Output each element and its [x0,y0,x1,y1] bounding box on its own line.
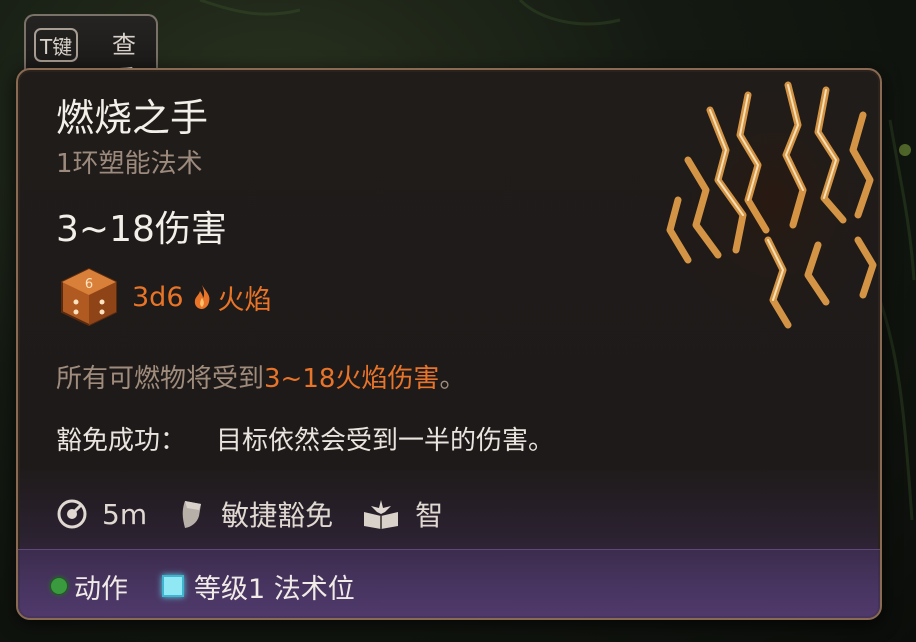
save-type-stat: 敏捷豁免 [175,494,333,534]
spell-title: 燃烧之手 [56,96,209,140]
flame-icon [194,285,209,309]
save-text: 目标依然会受到一半的伤害。 [216,426,555,456]
spell-description: 所有可燃物将受到3~18火焰伤害。 [56,360,465,398]
cost-footer: 动作 等级1 法术位 [50,564,355,608]
hotkey-badge: T键 [34,28,79,62]
action-dot-icon [50,577,68,595]
spell-stats-row: 5m 敏捷豁免 智 [56,492,471,536]
inspect-tab[interactable]: T键 查看 [24,14,158,93]
save-label: 豁免成功： [56,426,187,456]
ability-stat: 智 [361,494,443,534]
damage-range: 3~18伤害 [56,209,227,250]
spellbook-icon [364,500,399,529]
action-cost: 动作 [74,573,128,605]
spell-slot-cost: 等级1 法术位 [194,573,355,605]
description-suffix: 。 [439,364,466,394]
range-value: 5m [102,497,148,531]
range-icon [57,499,87,529]
dice-notation: 3d6 [132,281,184,313]
d6-dice-icon: 6 [61,267,117,327]
damage-dice-row: 6 3d6 火焰 [58,266,272,328]
range-stat: 5m [56,498,147,531]
spell-tooltip-card: 燃烧之手 1环塑能法术 3~18伤害 6 3d6 火焰 所有可燃物将受到3~18… [16,68,882,620]
shield-icon [182,501,202,528]
spell-slot-icon [162,575,184,597]
svg-text:6: 6 [85,277,93,292]
spell-school-level: 1环塑能法术 [56,149,203,179]
ability-value: 智 [415,499,444,532]
description-prefix: 所有可燃物将受到 [56,364,265,394]
burning-hands-spell-art-icon [648,70,880,330]
damage-type: 火焰 [217,284,272,316]
save-type-value: 敏捷豁免 [221,499,334,532]
save-effect: 豁免成功： 目标依然会受到一半的伤害。 [56,422,554,460]
description-highlight: 3~18火焰伤害 [264,364,440,394]
